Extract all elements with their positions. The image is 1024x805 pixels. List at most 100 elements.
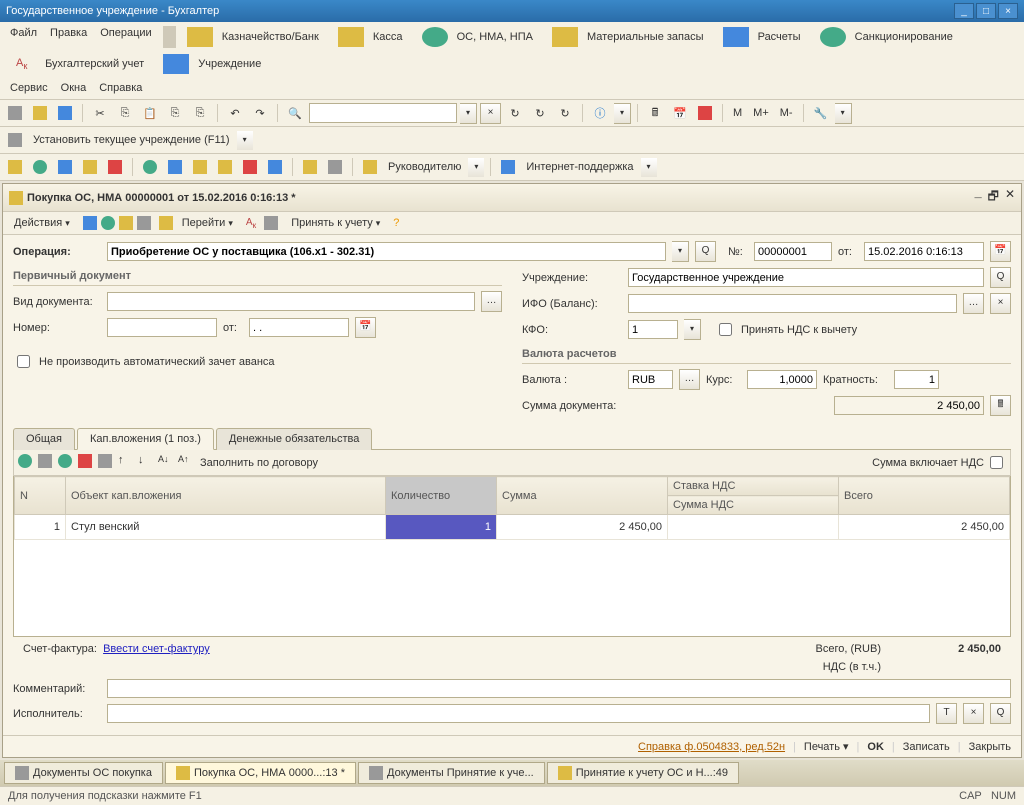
menu-treasury[interactable]: Казначейство/Банк: [181, 24, 331, 50]
menu-calc[interactable]: Расчеты: [717, 24, 813, 50]
tb3-b6[interactable]: [139, 156, 161, 178]
menu-service[interactable]: Сервис: [4, 79, 54, 97]
num-input[interactable]: [754, 242, 832, 261]
tools-button[interactable]: 🔧: [810, 102, 832, 124]
tb3-b8[interactable]: [189, 156, 211, 178]
redo-button[interactable]: ↷: [249, 102, 271, 124]
manager-icon[interactable]: [359, 156, 381, 178]
menu-help[interactable]: Справка: [93, 79, 148, 97]
tab-general[interactable]: Общая: [13, 428, 75, 450]
doc-tb-ak[interactable]: Aк: [246, 217, 256, 230]
no-advance-checkbox[interactable]: [17, 355, 30, 368]
accept-button[interactable]: Принять к учету: [286, 215, 385, 231]
ok-button[interactable]: OK: [867, 741, 884, 753]
menu-materials[interactable]: Материальные запасы: [546, 24, 716, 50]
inst-icon-btn[interactable]: [4, 129, 26, 151]
tb3-b5[interactable]: [104, 156, 126, 178]
executor-input[interactable]: [107, 704, 930, 723]
kfo-input[interactable]: [628, 320, 678, 339]
support-icon[interactable]: [497, 156, 519, 178]
menu-sanction[interactable]: Санкционирование: [814, 24, 965, 50]
maximize-button[interactable]: □: [976, 3, 996, 19]
col-object[interactable]: Объект кап.вложения: [66, 477, 386, 515]
sf-link[interactable]: Ввести счет-фактуру: [103, 643, 210, 655]
ifo-clear[interactable]: ×: [990, 293, 1011, 314]
info-button[interactable]: ⓘ: [589, 102, 611, 124]
calc-button[interactable]: 🖩: [644, 102, 666, 124]
m-button[interactable]: M: [729, 107, 746, 119]
tb3-b9[interactable]: [214, 156, 236, 178]
actions-menu[interactable]: Действия: [9, 215, 75, 231]
grid-add[interactable]: [18, 454, 36, 472]
executor-open[interactable]: Q: [990, 703, 1011, 724]
mplus-button[interactable]: M+: [749, 107, 773, 119]
print-button[interactable]: Печать ▾: [804, 740, 849, 753]
tab-docs-accept[interactable]: Документы Принятие к уче...: [358, 762, 545, 784]
search-button[interactable]: 🔍: [284, 102, 306, 124]
record-button[interactable]: Записать: [903, 741, 950, 753]
grid-sort1[interactable]: A↓: [158, 454, 176, 472]
info-dd[interactable]: ▾: [614, 103, 631, 124]
search-clear[interactable]: ×: [480, 103, 501, 124]
ot-input[interactable]: [249, 318, 349, 337]
tb3-b4[interactable]: [79, 156, 101, 178]
cut-button[interactable]: ✂: [89, 102, 111, 124]
col-nds-sum[interactable]: Сумма НДС: [668, 496, 839, 515]
menu-institution[interactable]: Учреждение: [157, 51, 273, 77]
doc-tb-b5[interactable]: [159, 216, 173, 230]
doc-close[interactable]: ✕: [1005, 187, 1015, 208]
doc-maximize[interactable]: 🗗: [988, 187, 999, 208]
operation-dd[interactable]: ▾: [672, 241, 689, 262]
doc-tb-b4[interactable]: [137, 216, 151, 230]
col-sum[interactable]: Сумма: [497, 477, 668, 515]
help-link[interactable]: Справка ф.0504833, ред.52н: [638, 741, 785, 753]
grid-up[interactable]: ↑: [118, 454, 136, 472]
search-input[interactable]: [309, 103, 457, 123]
menu-os[interactable]: ОС, НМА, НПА: [416, 24, 545, 50]
cell-sum[interactable]: 2 450,00: [497, 515, 668, 540]
mminus-button[interactable]: M-: [776, 107, 797, 119]
cell-object[interactable]: Стул венский: [66, 515, 386, 540]
menu-edit[interactable]: Правка: [44, 24, 93, 50]
tab-accept-doc[interactable]: Принятие к учету ОС и Н...:49: [547, 762, 739, 784]
cell-qty[interactable]: 1: [386, 515, 497, 540]
cell-nds[interactable]: [668, 515, 839, 540]
capital-grid[interactable]: N Объект кап.вложения Количество Сумма С…: [13, 476, 1011, 637]
tb3-b1[interactable]: [4, 156, 26, 178]
tb3-b12[interactable]: [299, 156, 321, 178]
doc-tb-b1[interactable]: [83, 216, 97, 230]
menu-cash[interactable]: Касса: [332, 24, 415, 50]
grid-sort2[interactable]: A↑: [178, 454, 196, 472]
val-input[interactable]: [628, 370, 673, 389]
grid-edit[interactable]: [58, 454, 76, 472]
save-button[interactable]: [54, 102, 76, 124]
inst-input[interactable]: [628, 268, 984, 287]
doc-tb-b6[interactable]: [264, 216, 278, 230]
operation-input[interactable]: [107, 242, 666, 261]
menu-operations[interactable]: Операции: [94, 24, 157, 50]
open-button[interactable]: [29, 102, 51, 124]
menu-file[interactable]: Файл: [4, 24, 43, 50]
krat-input[interactable]: [894, 370, 939, 389]
menu-windows[interactable]: Окна: [55, 79, 93, 97]
paste-button[interactable]: 📋: [139, 102, 161, 124]
executor-t[interactable]: T: [936, 703, 957, 724]
doc-tb-b3[interactable]: [119, 216, 133, 230]
table-row[interactable]: 1 Стул венский 1 2 450,00 2 450,00: [15, 515, 1010, 540]
ifo-input[interactable]: [628, 294, 957, 313]
set-institution-button[interactable]: Установить текущее учреждение (F11): [29, 134, 234, 146]
tab-capital[interactable]: Кап.вложения (1 поз.): [77, 428, 214, 450]
date-input[interactable]: [864, 242, 984, 261]
form-button[interactable]: [694, 102, 716, 124]
val-select[interactable]: …: [679, 369, 700, 390]
tab-current-doc[interactable]: Покупка ОС, НМА 0000...:13 *: [165, 762, 356, 784]
help-button[interactable]: ?: [393, 217, 399, 229]
manager-dd[interactable]: ▾: [468, 158, 484, 177]
comment-input[interactable]: [107, 679, 1011, 698]
operation-clear[interactable]: Q: [695, 241, 716, 262]
tb3-b11[interactable]: [264, 156, 286, 178]
ifo-select[interactable]: …: [963, 293, 984, 314]
manager-button[interactable]: Руководителю: [384, 161, 465, 173]
goto-menu[interactable]: Перейти: [177, 215, 238, 231]
tb3-b10[interactable]: [239, 156, 261, 178]
